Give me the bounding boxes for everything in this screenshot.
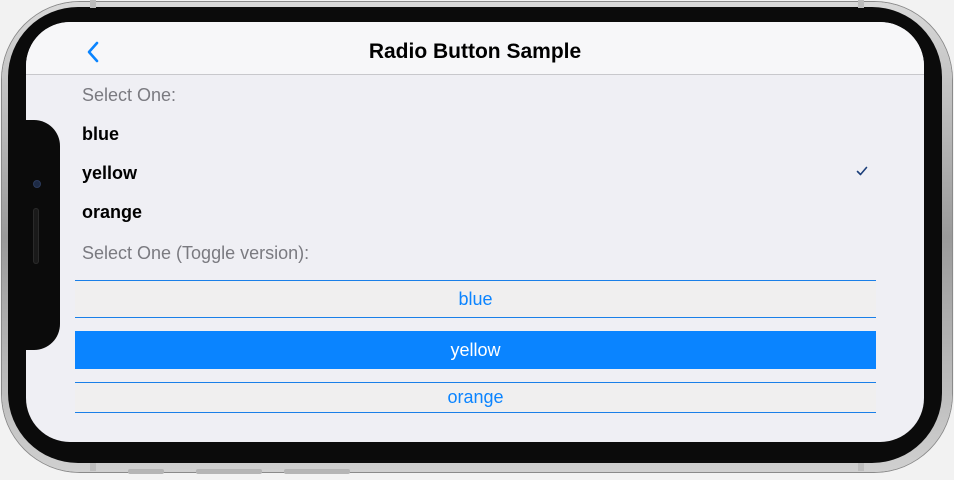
toggle-button-orange[interactable]: orange [75, 382, 876, 413]
toggle-button-label: yellow [450, 340, 501, 360]
toggle-button-yellow[interactable]: yellow [75, 331, 876, 369]
page-title: Radio Button Sample [368, 40, 582, 63]
app-screen: Radio Button Sample Select One: blue yel… [26, 22, 924, 442]
toggle-section-label: Select One (Toggle version): [82, 243, 310, 263]
volume-button [196, 469, 262, 474]
radio-option-label: yellow [82, 163, 138, 183]
toggle-button-label: orange [447, 387, 504, 407]
chevron-left-icon [87, 41, 99, 63]
frame-marker [858, 463, 864, 471]
toggle-button-blue[interactable]: blue [75, 280, 876, 318]
radio-option-label: blue [82, 124, 120, 144]
radio-option-label: orange [82, 202, 143, 222]
checkmark-icon [856, 166, 868, 176]
device-frame: Radio Button Sample Select One: blue yel… [0, 0, 954, 480]
frame-marker [858, 0, 864, 8]
frame-marker [90, 0, 96, 8]
frame-marker [90, 463, 96, 471]
radio-section-label: Select One: [82, 85, 177, 105]
device-notch [26, 120, 60, 350]
radio-option-orange[interactable]: orange [82, 194, 876, 230]
camera-icon [33, 180, 41, 188]
volume-button [128, 469, 164, 474]
power-button [284, 469, 350, 474]
back-button[interactable] [84, 40, 104, 64]
radio-option-blue[interactable]: blue [82, 116, 876, 152]
speaker-grille [33, 208, 39, 264]
navigation-bar: Radio Button Sample [26, 22, 924, 75]
radio-option-yellow[interactable]: yellow [82, 155, 876, 191]
toggle-button-label: blue [458, 289, 493, 309]
